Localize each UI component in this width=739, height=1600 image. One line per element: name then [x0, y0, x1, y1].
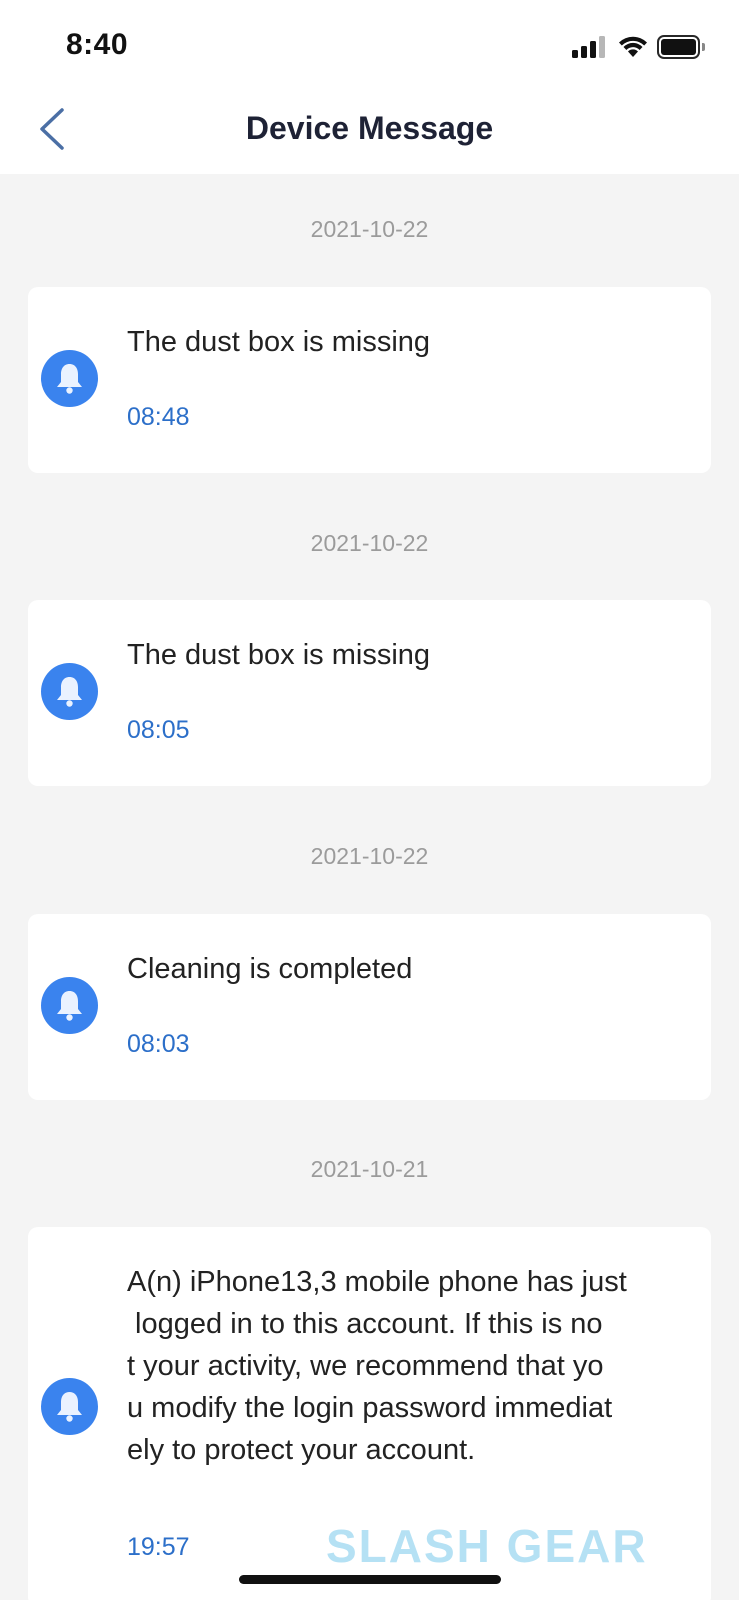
- message-time: 08:03: [127, 1030, 190, 1058]
- top-bar: 8:40 Device Message: [0, 0, 739, 174]
- message-text: The dust box is missing: [127, 639, 431, 671]
- message-line: A(n) iPhone13,3 mobile phone has just: [127, 1266, 627, 1298]
- message-card[interactable]: The dust box is missing 08:48: [28, 287, 711, 473]
- date-label: 2021-10-22: [310, 530, 429, 556]
- page-title: Device Message: [245, 110, 494, 146]
- bell-icon: [41, 663, 98, 720]
- message-text: A(n) iPhone13,3 mobile phone has just lo…: [127, 1261, 687, 1471]
- watermark-logo: SLASH GEAR: [326, 1520, 648, 1572]
- message-text: Cleaning is completed: [127, 953, 413, 985]
- bell-icon: [41, 977, 98, 1034]
- battery-icon: [657, 35, 705, 59]
- wifi-icon: [619, 36, 647, 57]
- message-time: 08:05: [127, 716, 190, 744]
- message-line: u modify the login password immediat: [127, 1392, 613, 1424]
- message-text: The dust box is missing: [127, 326, 431, 358]
- message-card[interactable]: Cleaning is completed 08:03: [28, 914, 711, 1100]
- message-line: ely to protect your account.: [127, 1434, 476, 1466]
- message-time: 08:48: [127, 403, 190, 431]
- date-label: 2021-10-21: [310, 1156, 429, 1182]
- status-time: 8:40: [66, 28, 129, 61]
- device-message-screen: 8:40 Device Message 2021-10-22 The dust …: [0, 0, 739, 1600]
- message-line: logged in to this account. If this is no: [127, 1308, 603, 1340]
- cellular-signal-icon: [572, 36, 606, 58]
- date-label: 2021-10-22: [310, 216, 429, 242]
- bell-icon: [41, 350, 98, 407]
- message-card[interactable]: The dust box is missing 08:05: [28, 600, 711, 786]
- message-line: t your activity, we recommend that yo: [127, 1350, 604, 1382]
- message-time: 19:57: [127, 1533, 190, 1561]
- date-label: 2021-10-22: [310, 843, 429, 869]
- home-indicator[interactable]: [239, 1575, 501, 1584]
- bell-icon: [41, 1378, 98, 1435]
